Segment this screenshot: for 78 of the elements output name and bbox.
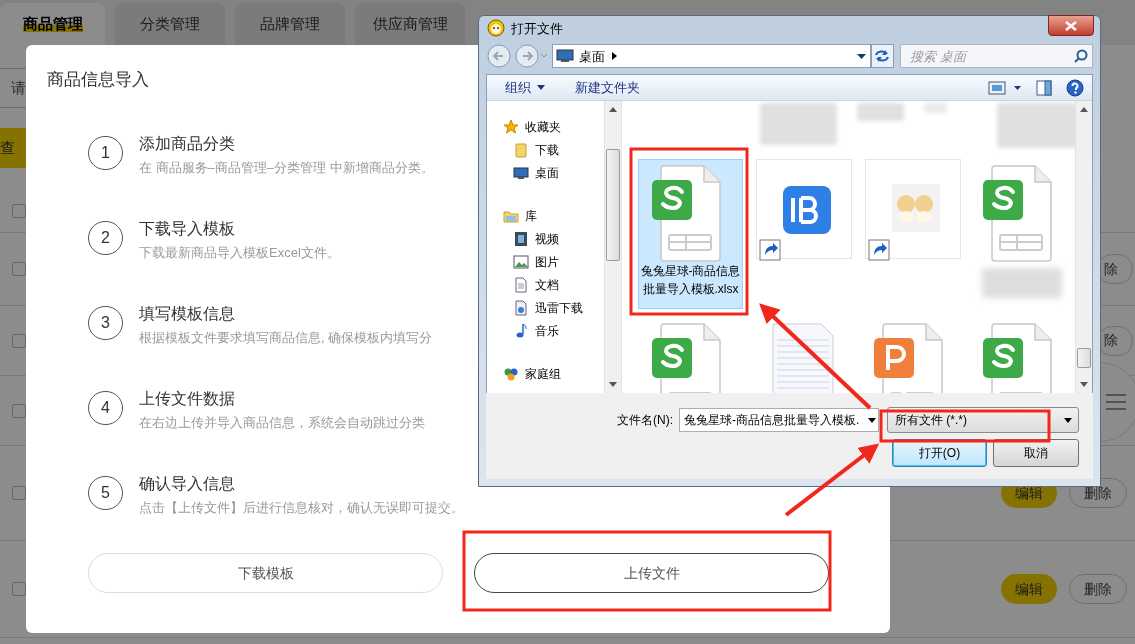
scroll-up-icon [1080,107,1088,112]
checkbox[interactable] [12,204,26,218]
step-title: 确认导入信息 [139,474,236,494]
address-bar[interactable]: 桌面 [552,44,871,69]
sidebar-item[interactable]: 桌面 [503,161,604,184]
edit-button[interactable]: 编辑 [1001,574,1057,604]
step-title: 上传文件数据 [139,389,236,409]
delete-button[interactable]: 删除 [1069,574,1127,604]
dialog-button[interactable]: 取消 [993,439,1079,467]
new-folder-button[interactable]: 新建文件夹 [575,77,640,98]
checkbox[interactable] [12,486,26,500]
file-name-field[interactable]: 兔兔星球-商品信息批量导入模板. [679,408,879,432]
sidebar-item[interactable]: 收藏夹 [503,115,604,138]
star-icon [503,118,519,135]
field-label: 文件名(N): [617,412,673,429]
scrollbar[interactable] [1075,101,1092,393]
step-title: 下载导入模板 [139,219,236,239]
step-title: 填写模板信息 [139,304,236,324]
sidebar-item[interactable]: 音乐 [503,319,604,342]
refresh-icon [874,49,891,64]
scrollbar-thumb[interactable] [606,149,620,261]
image-icon [513,253,529,270]
preview-pane-icon [1036,79,1052,96]
close-icon [1065,20,1077,31]
sidebar-item[interactable]: 库 [503,204,604,227]
refresh-button[interactable] [870,44,894,69]
tab[interactable]: 分类管理 [115,3,225,45]
scroll-down-icon [609,382,617,387]
monitor-icon [513,164,529,181]
scroll-up-icon [609,107,617,112]
step-description: 点击【上传文件】后进行信息核对，确认无误即可提交。 [139,499,464,517]
folder-icon [513,141,529,158]
file-name: 兔兔星球-商品信息批量导入模板.xlsx [640,263,741,298]
scroll-down-icon [1080,382,1088,387]
file-item[interactable]: 兔兔星球-商品信息批量导入模板.xlsx [638,159,743,309]
dialog-button[interactable]: 下载模板 [88,553,443,593]
checkbox[interactable] [12,582,26,596]
sidebar-item[interactable]: 视频 [503,227,604,250]
sidebar-item[interactable]: 文档 [503,273,604,296]
sidebar-item[interactable]: 下载 [503,138,604,161]
step-description: 在 商品服务–商品管理–分类管理 中新增商品分类。 [139,159,434,177]
step-description: 根据模板文件要求填写商品信息, 确保模板内填写分 [139,329,433,347]
dialog-button[interactable]: 打开(O) [892,439,987,467]
search-icon [1074,49,1088,64]
step-title: 添加商品分类 [139,134,236,154]
organize-menu[interactable]: 组织 [505,77,545,98]
checkbox[interactable] [12,333,26,348]
caret-down-icon [537,85,545,90]
sidebar-item[interactable]: 图片 [503,250,604,273]
step-description: 下载最新商品导入模板Excel文件。 [139,244,340,262]
dialog-button[interactable]: 上传文件 [474,553,829,593]
monitor-icon [556,49,574,64]
address-text: 桌面 [579,47,605,66]
caret-down-icon [866,416,878,424]
sidebar-item[interactable]: 家庭组 [503,362,604,385]
film-icon [513,230,529,247]
checkbox[interactable] [12,262,26,276]
chevron-right-icon [610,51,618,62]
help-icon [1066,78,1084,97]
tab[interactable]: 品牌管理 [235,3,345,45]
checkbox[interactable] [12,403,26,418]
scrollbar-thumb[interactable] [1077,348,1091,368]
view-icon [988,80,1022,95]
dialog-title: 商品信息导入 [47,70,149,89]
document-icon [513,276,529,293]
file-item[interactable] [756,159,852,259]
window-title: 打开文件 [511,19,563,38]
scrollbar[interactable] [604,101,621,393]
app-icon [487,19,505,38]
sidebar-item[interactable]: 迅雷下载 [503,296,604,319]
menu-icon [1105,393,1127,411]
download-icon [513,299,529,316]
caret-down-icon [1062,416,1074,424]
back-forward-icon [486,43,548,70]
file-type-dropdown[interactable]: 所有文件 (*.*) [887,407,1079,433]
tab[interactable]: 供应商管理 [355,3,465,45]
close-button[interactable] [1048,15,1094,36]
step-description: 在右边上传并导入商品信息，系统会自动跳过分类 [139,414,425,432]
